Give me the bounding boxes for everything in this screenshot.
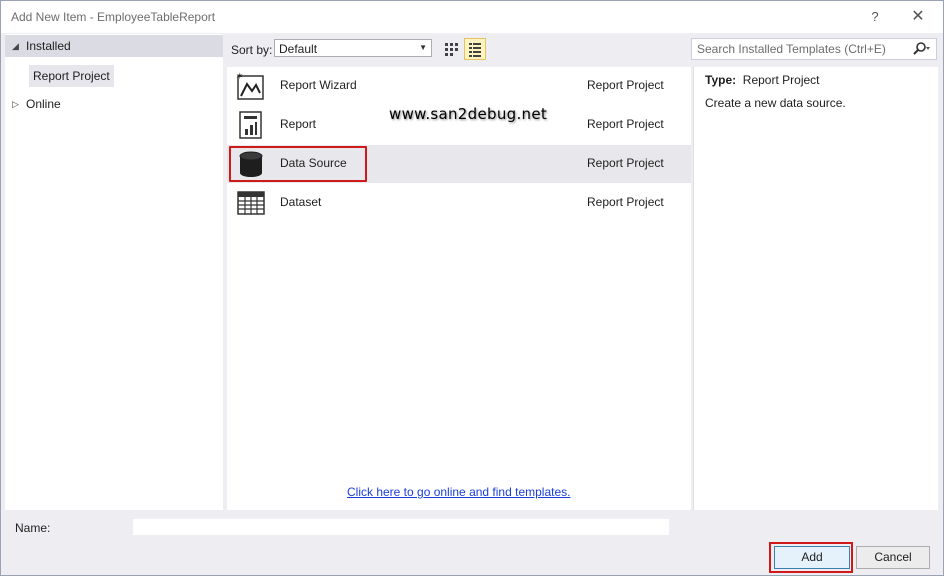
detail-type-value: Report Project — [742, 73, 820, 87]
add-button[interactable]: Add — [774, 546, 850, 569]
template-name: Report — [280, 117, 317, 131]
template-item-dataset[interactable]: Dataset Report Project — [227, 184, 691, 222]
sort-toolbar: Sort by: Default ▼ — [227, 37, 689, 63]
template-type: Report Project — [587, 195, 664, 209]
help-button[interactable]: ? — [865, 7, 885, 27]
report-wizard-icon: ✶ — [236, 71, 266, 101]
detail-description: Create a new data source. — [705, 96, 846, 110]
grid-view-icon — [445, 43, 458, 56]
chevron-down-icon: ▼ — [419, 43, 427, 52]
annotation-highlight — [229, 146, 367, 182]
window-title: Add New Item - EmployeeTableReport — [11, 10, 216, 24]
search-placeholder: Search Installed Templates (Ctrl+E) — [697, 42, 886, 56]
svg-text:✶: ✶ — [236, 71, 244, 81]
template-name: Report Wizard — [280, 78, 357, 92]
title-bar: Add New Item - EmployeeTableReport ? ✕ — [1, 1, 943, 33]
tree-item-online[interactable]: ▷ Online — [5, 93, 223, 115]
close-button[interactable]: ✕ — [907, 7, 929, 27]
template-item-data-source[interactable]: Data Source Report Project — [227, 145, 691, 183]
template-type: Report Project — [587, 156, 664, 170]
detail-type: Type: Report Project — [705, 73, 820, 87]
tree-item-installed[interactable]: ◢ Installed — [5, 35, 223, 57]
cancel-button[interactable]: Cancel — [856, 546, 930, 569]
list-view-button[interactable] — [464, 38, 486, 60]
tree-item-label: Online — [26, 97, 61, 111]
tree-item-label: Report Project — [29, 65, 114, 87]
sort-select[interactable]: Default ▼ — [274, 39, 432, 57]
online-templates-link[interactable]: Click here to go online and find templat… — [347, 485, 570, 499]
grid-view-button[interactable] — [440, 38, 462, 60]
collapsed-arrow-icon[interactable]: ▷ — [12, 93, 19, 115]
tree-item-label: Installed — [26, 39, 71, 53]
dataset-table-icon — [236, 188, 266, 218]
tree-item-report-project[interactable]: Report Project — [5, 65, 223, 87]
watermark-text: www.san2debug.net — [389, 105, 548, 123]
sort-select-value: Default — [279, 42, 318, 56]
template-name: Dataset — [280, 195, 322, 209]
list-view-icon — [469, 43, 481, 57]
sort-by-label: Sort by: — [231, 43, 273, 57]
report-icon — [236, 110, 266, 140]
search-icon[interactable] — [910, 40, 930, 61]
template-item-report-wizard[interactable]: ✶ Report Wizard Report Project — [227, 67, 691, 105]
name-label: Name: — [15, 521, 51, 535]
template-type: Report Project — [587, 78, 664, 92]
template-type: Report Project — [587, 117, 664, 131]
template-search-box[interactable]: Search Installed Templates (Ctrl+E) — [691, 38, 937, 60]
expanded-arrow-icon[interactable]: ◢ — [12, 35, 19, 57]
template-details: Type: Report Project Create a new data s… — [693, 67, 938, 510]
add-new-item-dialog: Add New Item - EmployeeTableReport ? ✕ ◢… — [0, 0, 944, 576]
template-list: ✶ Report Wizard Report Project Report Re… — [227, 67, 691, 510]
name-input[interactable] — [133, 519, 669, 535]
detail-type-label: Type: — [705, 73, 737, 87]
template-tree: ◢ Installed Report Project ▷ Online — [5, 34, 223, 510]
